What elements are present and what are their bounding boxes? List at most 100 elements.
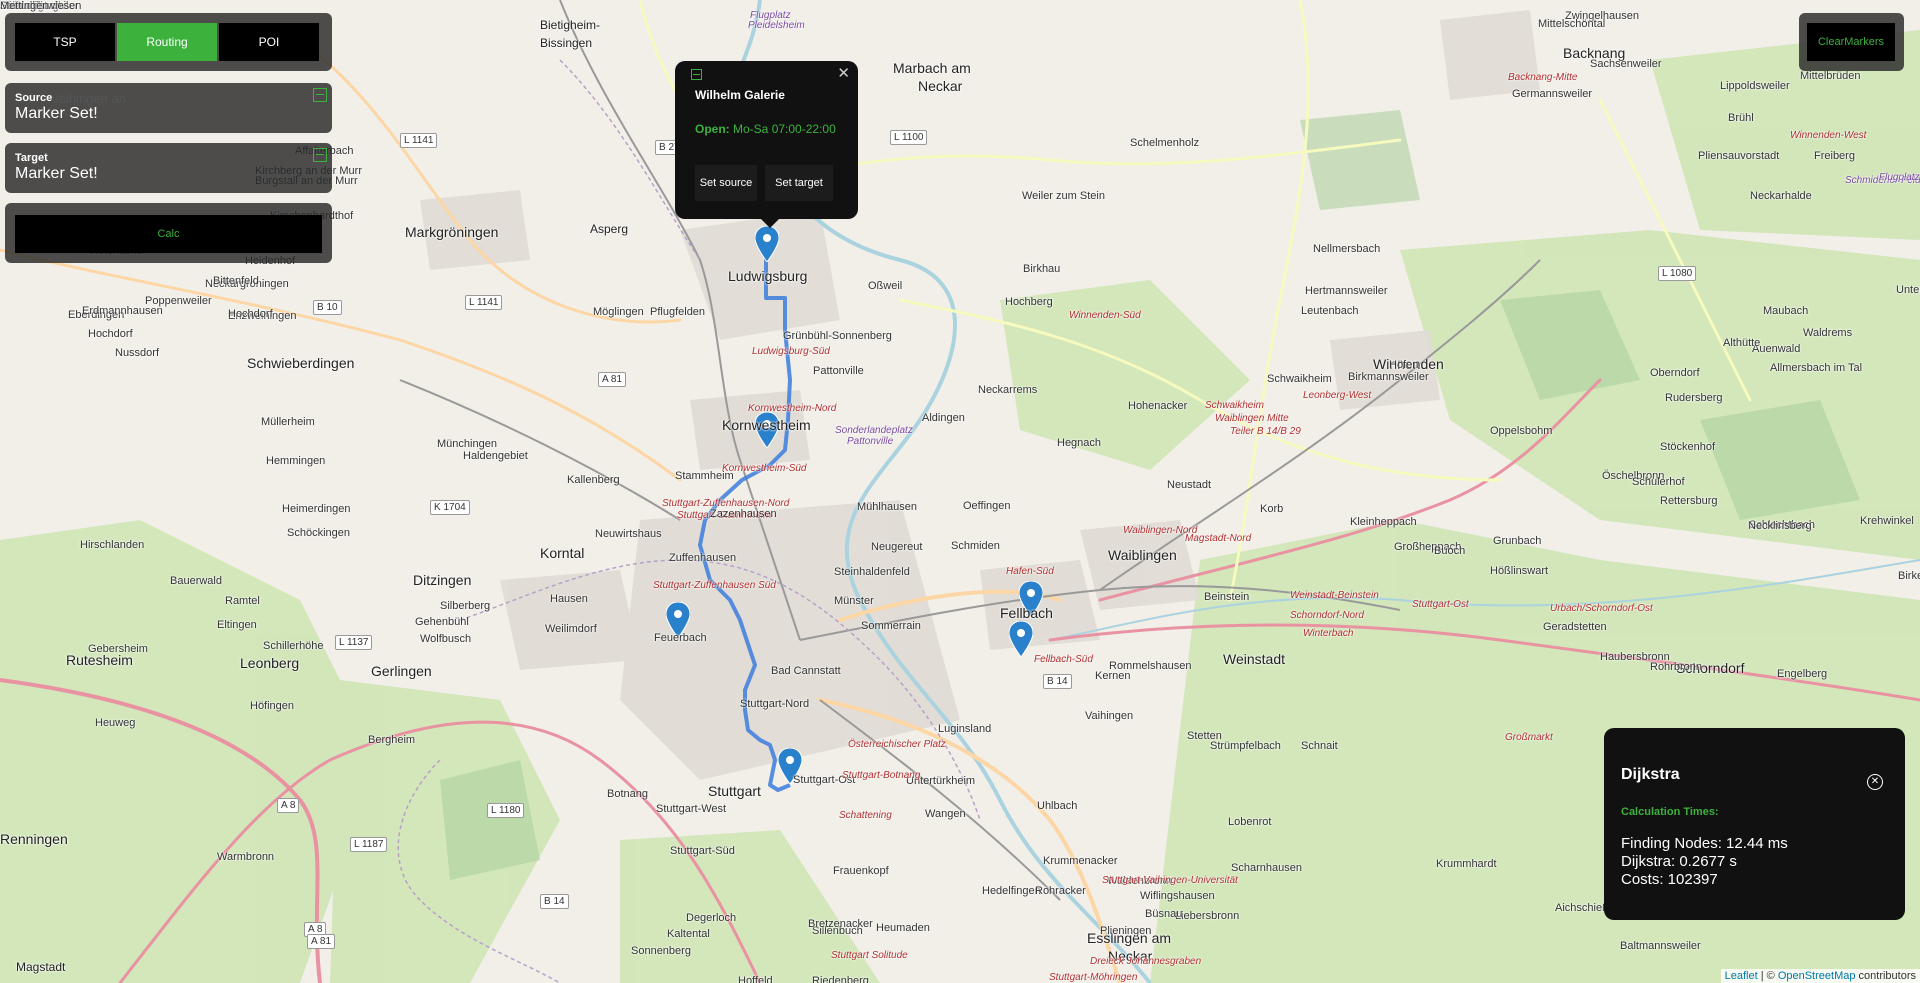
- place-label: Leonberg: [240, 655, 300, 671]
- popup-hours: Open: Mo-Sa 07:00-22:00: [695, 122, 836, 136]
- set-source-button[interactable]: Set source: [695, 165, 757, 201]
- place-label: Gebersheim: [88, 643, 148, 655]
- result-title: Dijkstra: [1621, 766, 1680, 783]
- calc-button[interactable]: Calc: [15, 215, 322, 253]
- place-label: Asperg: [590, 222, 629, 236]
- place-label: Luginsland: [938, 723, 992, 735]
- place-label: Schwaikheim: [1205, 400, 1264, 411]
- place-label: Hochdorf: [228, 308, 273, 320]
- place-label: Bad Cannstatt: [771, 665, 841, 677]
- place-label: Ludwigsburg-Süd: [752, 346, 830, 357]
- place-label: Ludwigsburg: [728, 268, 808, 284]
- place-label: Beinstein: [1204, 591, 1250, 603]
- result-panel: Dijkstra ✕ Calculation Times: Finding No…: [1604, 728, 1905, 920]
- poi-popup: ✕ Wilhelm Galerie Open: Mo-Sa 07:00-22:0…: [675, 61, 858, 219]
- place-label: Germannsweiler: [1512, 88, 1593, 100]
- place-label: Hochdorf: [88, 328, 133, 340]
- place-label: Neckarhalde: [1750, 190, 1812, 202]
- place-label: Winnenden-Süd: [1069, 310, 1141, 321]
- mode-bar: TSP Routing POI: [5, 13, 332, 71]
- place-label: Teiler B 14/B 29: [1230, 426, 1301, 437]
- place-label: Kallenberg: [567, 474, 620, 486]
- place-label: Kernen: [1095, 670, 1131, 682]
- place-label: Schnait: [1301, 740, 1338, 752]
- place-label: Müllerheim: [261, 416, 315, 428]
- place-label: Backnang-Mitte: [1508, 72, 1578, 83]
- place-label: Magstadt-Nord: [1185, 533, 1252, 544]
- place-label: Allmersbach im Tal: [1770, 362, 1863, 374]
- place-label: Aichschieß: [1555, 902, 1609, 914]
- target-label: Target: [15, 152, 48, 164]
- place-label: Sonderlandeplatz: [835, 425, 913, 436]
- road-shield: L 1187: [350, 837, 388, 852]
- open-label: Open:: [695, 122, 730, 136]
- place-label: Gerlingen: [371, 663, 432, 679]
- close-circle-icon[interactable]: ✕: [1867, 774, 1883, 790]
- place-label: Pflugfelden: [650, 306, 706, 318]
- popup-title: Wilhelm Galerie: [695, 88, 785, 102]
- place-label: Hegnach: [1057, 437, 1102, 449]
- road-shield: A 81: [598, 372, 627, 387]
- place-label: Rudersberg: [1665, 392, 1723, 404]
- place-label: Stuttgart-Süd: [670, 845, 735, 857]
- minimize-icon[interactable]: [313, 88, 327, 102]
- set-target-button[interactable]: Set target: [765, 165, 833, 201]
- place-label: Mettingen: [0, 0, 49, 12]
- place-label: Necklinsberg: [1748, 520, 1812, 532]
- place-label: Hedelfingen: [982, 885, 1041, 897]
- place-label: Korb: [1260, 503, 1284, 515]
- map-marker-source[interactable]: [755, 226, 779, 262]
- place-label: Schmiden: [951, 540, 1000, 552]
- place-label: Krehwinkel: [1860, 515, 1914, 527]
- place-label: Stuttgart-Botnang: [842, 770, 921, 781]
- place-label: Bissingen: [540, 36, 593, 50]
- place-label: Neckarrems: [978, 384, 1038, 396]
- source-underlay-text: Vaihingen an: [51, 91, 126, 106]
- place-label: Grünbühl-Sonnenberg: [783, 330, 892, 342]
- popup-tip: [760, 218, 780, 228]
- place-label: Vaihingen: [1085, 710, 1134, 722]
- close-icon[interactable]: ✕: [837, 64, 850, 82]
- poi-button[interactable]: POI: [219, 23, 319, 61]
- place-label: Sachsenweiler: [1590, 58, 1662, 70]
- place-label: Oeffingen: [963, 500, 1011, 512]
- source-value: Marker Set!: [15, 105, 98, 122]
- place-label: Heuweg: [95, 717, 136, 729]
- place-label: Schwaikheim: [1267, 373, 1332, 385]
- place-label: Großmarkt: [1505, 732, 1553, 743]
- place-label: Heimerdingen: [282, 503, 351, 515]
- osm-link[interactable]: OpenStreetMap: [1778, 970, 1856, 982]
- map-marker-poi[interactable]: [1009, 621, 1033, 657]
- clear-markers-button[interactable]: ClearMarkers: [1807, 23, 1895, 61]
- clear-panel: ClearMarkers: [1799, 13, 1904, 71]
- place-label: Krummhardt: [1436, 858, 1497, 870]
- place-label: Münster: [834, 595, 874, 607]
- place-label: Birkenweißbuch: [1898, 570, 1920, 582]
- place-label: Neustadt: [1167, 479, 1212, 491]
- place-label: Frauenkopf: [833, 865, 889, 877]
- place-label: Feuerbach: [654, 632, 707, 644]
- place-label: Wangen: [925, 808, 966, 820]
- place-label: Wolfbusch: [420, 633, 472, 645]
- place-label: Waldrems: [1803, 327, 1853, 339]
- place-label: Dreieck Johannesgraben: [1090, 956, 1202, 967]
- minimize-icon[interactable]: [313, 148, 327, 162]
- place-label: Leonberg-West: [1303, 390, 1372, 401]
- place-label: Uhlbach: [1037, 800, 1078, 812]
- place-label: Althütte: [1723, 337, 1761, 349]
- tsp-button[interactable]: TSP: [15, 23, 115, 61]
- place-label: Hohenacker: [1128, 400, 1188, 412]
- place-label: Büsnau: [1145, 908, 1183, 920]
- place-label: Gehenbühl: [415, 616, 469, 628]
- road-shield: A 81: [307, 934, 336, 949]
- minimize-icon[interactable]: [691, 69, 702, 80]
- road-shield: K 1704: [430, 500, 470, 515]
- place-label: Münchingen: [437, 438, 497, 450]
- place-label: Unterweissach: [1896, 284, 1920, 296]
- place-label: Pliensauvorstadt: [1698, 150, 1780, 162]
- open-hours: Mo-Sa 07:00-22:00: [733, 122, 836, 136]
- place-label: Stöckenhof: [1660, 441, 1716, 453]
- routing-button[interactable]: Routing: [117, 23, 217, 61]
- place-label: Stetten: [1187, 730, 1222, 742]
- leaflet-link[interactable]: Leaflet: [1725, 970, 1758, 982]
